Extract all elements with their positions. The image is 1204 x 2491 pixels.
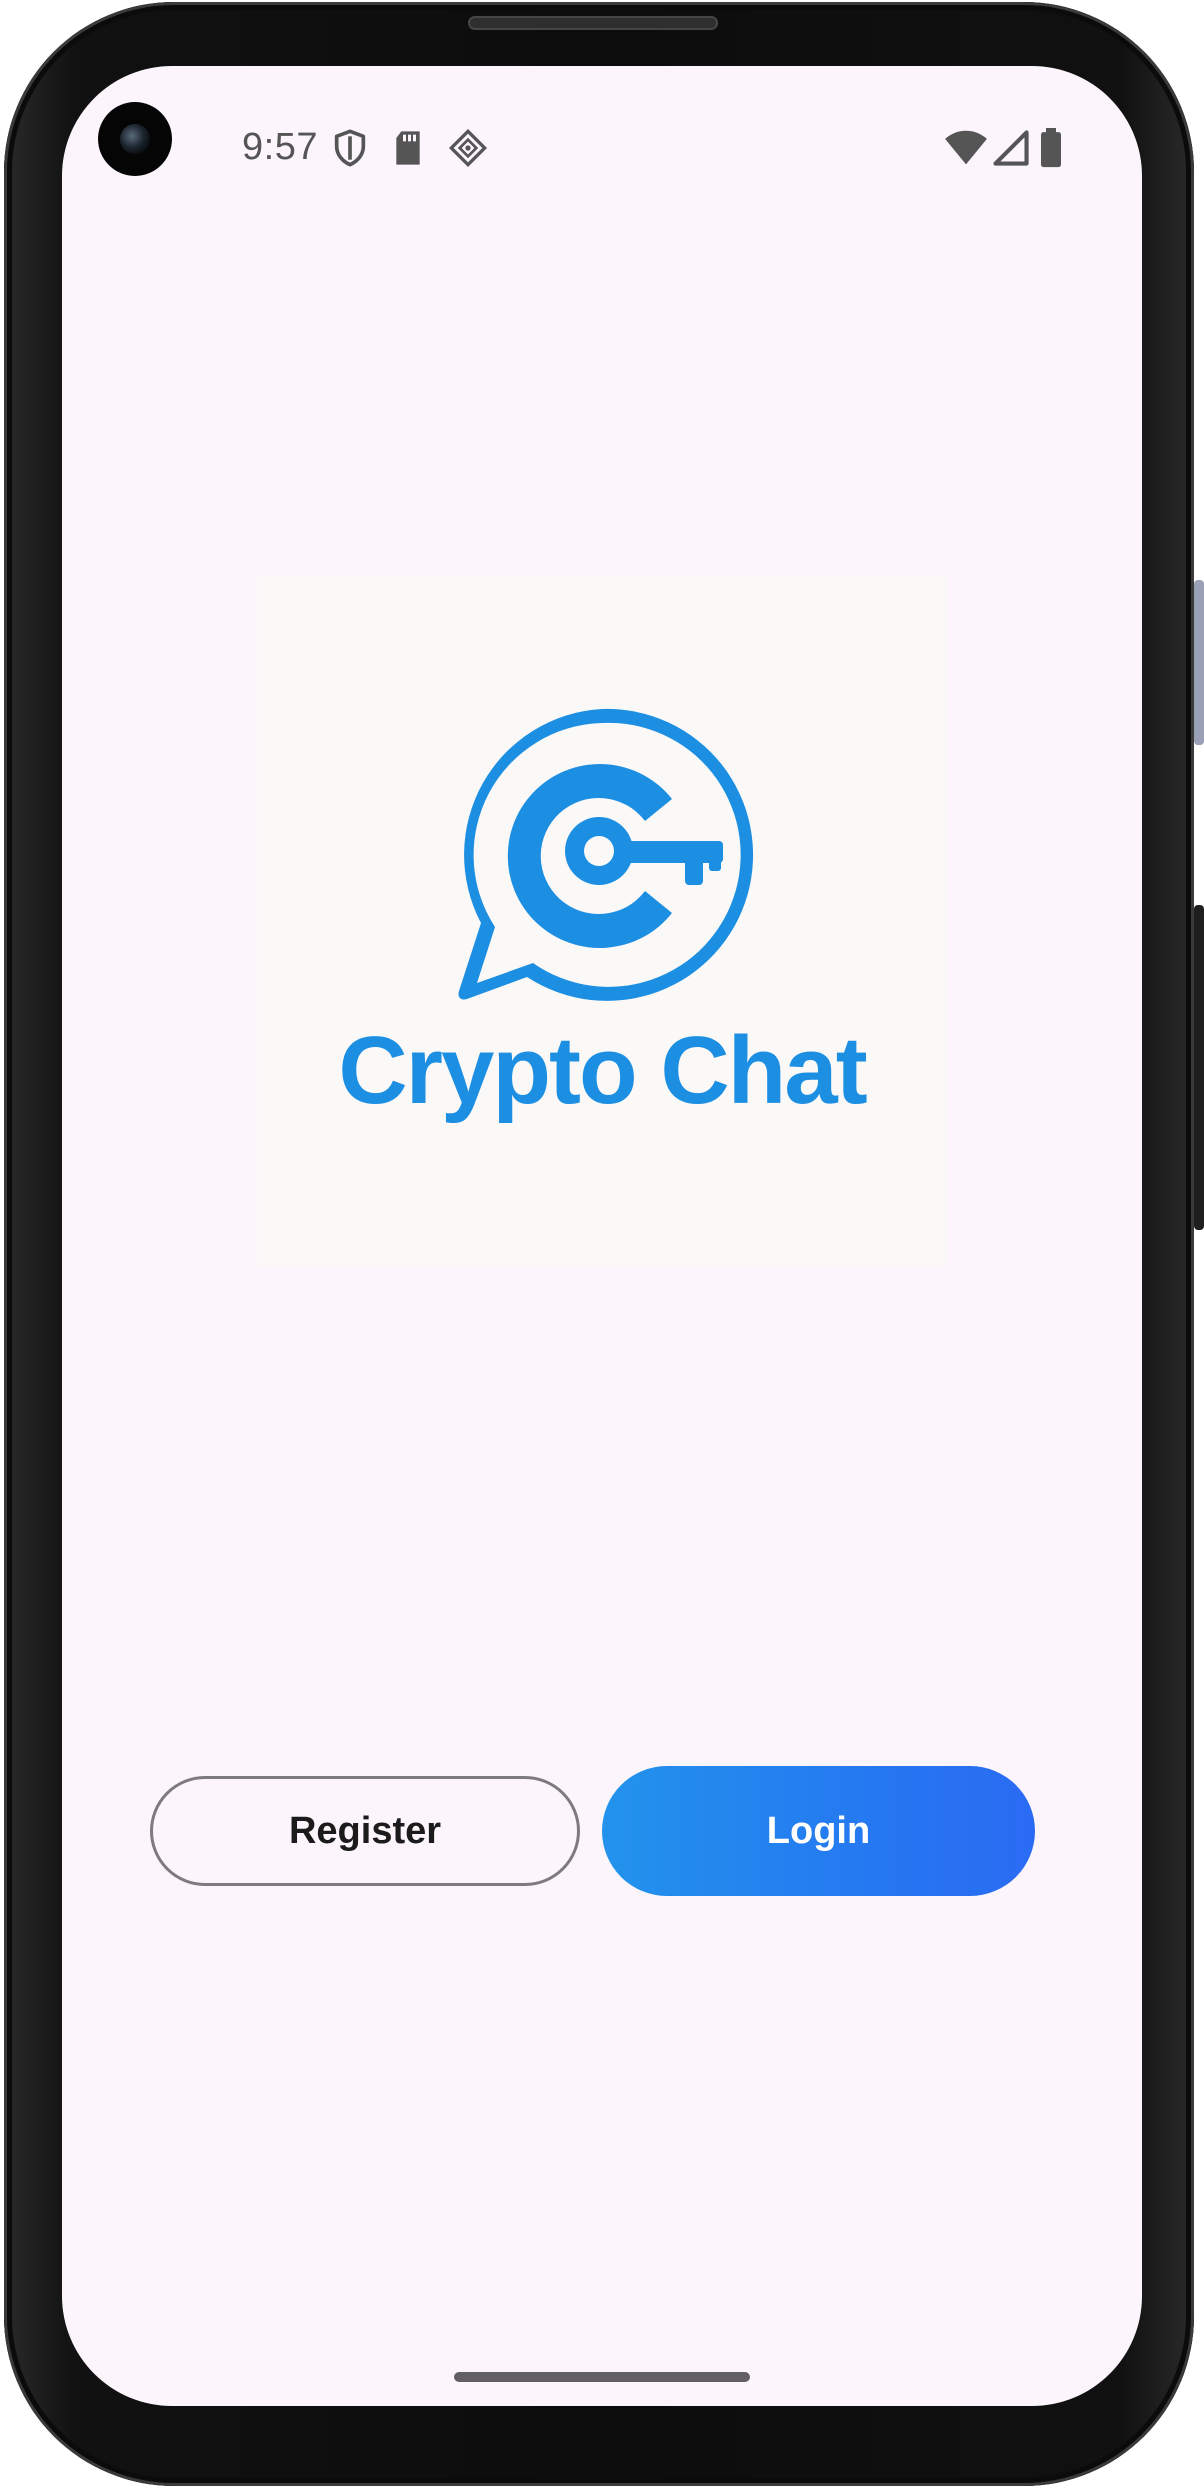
- app-logo: Crypto Chat: [257, 576, 947, 1266]
- phone-device: 9:57 Crypto Chat Register Login: [0, 0, 1204, 2491]
- register-button[interactable]: Register: [150, 1776, 580, 1886]
- data-saver-icon: [448, 128, 488, 168]
- wifi-icon: [945, 130, 987, 165]
- status-bar: 9:57: [62, 66, 1142, 186]
- app-screen: 9:57 Crypto Chat Register Login: [62, 66, 1142, 2406]
- power-button: [1194, 905, 1204, 1230]
- chat-key-logo-icon: [458, 708, 754, 1001]
- sd-card-icon: [396, 131, 420, 165]
- status-time: 9:57: [242, 126, 318, 168]
- cell-signal-icon: [993, 130, 1029, 166]
- app-name: Crypto Chat: [338, 1017, 867, 1124]
- shield-icon: [334, 129, 366, 167]
- earpiece-speaker: [468, 16, 718, 30]
- battery-icon: [1041, 128, 1061, 168]
- volume-button: [1194, 580, 1204, 745]
- home-indicator[interactable]: [454, 2372, 750, 2382]
- login-button[interactable]: Login: [602, 1766, 1035, 1896]
